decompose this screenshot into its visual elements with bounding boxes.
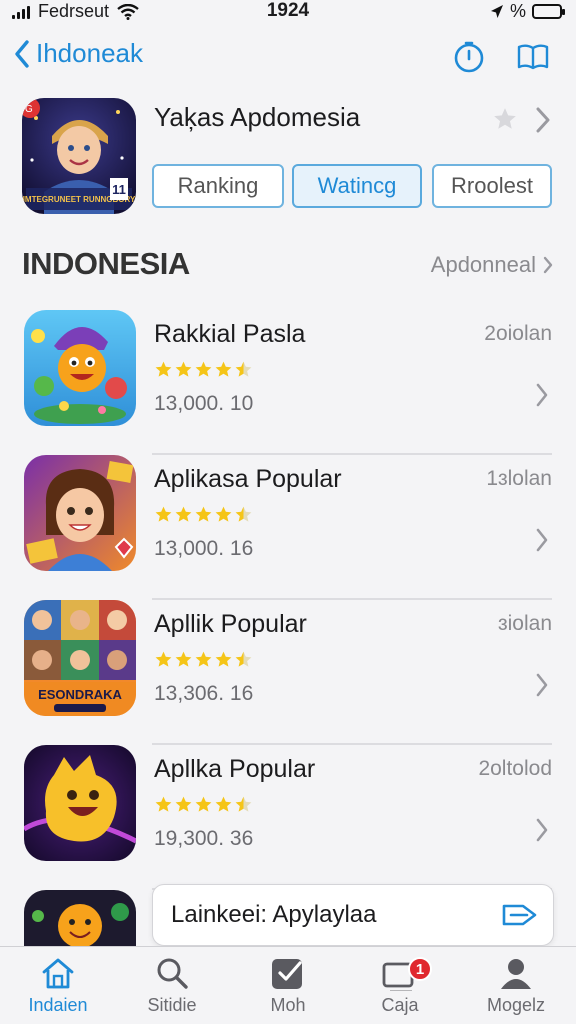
star-icon xyxy=(195,796,212,812)
chip-watincg[interactable]: Watincg xyxy=(292,164,422,208)
rating-stars xyxy=(154,505,253,524)
star-icon[interactable] xyxy=(492,106,518,132)
app-icon-text: ESONDRAKA xyxy=(38,687,122,702)
app-number: 13,306. 16 xyxy=(154,682,254,705)
featured-app-title: Yaķas Apdomesia xyxy=(154,102,361,132)
star-icon xyxy=(235,651,252,667)
edit-icon xyxy=(272,959,302,989)
tab-label: Mogelz xyxy=(486,995,546,1015)
star-icon xyxy=(235,796,252,812)
chip-ranking[interactable]: Ranking xyxy=(152,164,284,208)
chevron-left-icon xyxy=(15,39,29,68)
chevron-right-icon xyxy=(543,256,553,274)
star-icon xyxy=(215,361,232,377)
star-icon xyxy=(175,506,192,522)
app-icon: ESONDRAKA xyxy=(24,600,136,716)
tab-search[interactable]: Sitidie xyxy=(122,955,222,1016)
app-name: Apllka Popular xyxy=(154,755,316,783)
battery-icon xyxy=(532,4,565,19)
chevron-right-icon[interactable] xyxy=(534,382,550,408)
tab-label: Sitidie xyxy=(147,995,197,1015)
partial-app-icon[interactable] xyxy=(24,890,136,946)
back-button[interactable]: Ihdoneak xyxy=(14,38,143,69)
chip-rroolest[interactable]: Rroolest xyxy=(432,164,552,208)
tab-cards[interactable]: 1 Caja xyxy=(350,955,450,1016)
chevron-right-icon[interactable] xyxy=(534,672,550,698)
star-icon xyxy=(215,651,232,667)
status-right: % xyxy=(490,1,565,22)
tab-bar: Indaien Sitidie Moh 1 Caja Mogelz xyxy=(0,946,576,1024)
chevron-right-icon[interactable] xyxy=(534,817,550,843)
app-icon xyxy=(24,745,136,861)
star-icon xyxy=(235,506,252,522)
tab-home[interactable]: Indaien xyxy=(8,955,108,1016)
app-meta: 2oltolod xyxy=(478,757,552,780)
star-icon xyxy=(195,651,212,667)
app-icon xyxy=(24,455,136,571)
home-icon xyxy=(42,958,74,989)
app-row[interactable]: Apllka Popular 2oltolod 19,300. 36 xyxy=(22,745,552,890)
star-icon xyxy=(155,506,172,522)
star-icon xyxy=(155,651,172,667)
star-icon xyxy=(175,361,192,377)
nav-bar: Ihdoneak xyxy=(0,30,576,84)
book-icon[interactable] xyxy=(516,40,550,74)
star-icon xyxy=(175,796,192,812)
app-row[interactable]: ESONDRAKA Apllik Popular ɜiolan 13,306. … xyxy=(22,600,552,745)
section-link-label: Apdonneal xyxy=(430,252,536,277)
app-name: Aplikasa Popular xyxy=(154,465,342,493)
timer-icon[interactable] xyxy=(452,40,486,74)
star-icon xyxy=(155,796,172,812)
app-row[interactable]: Rakkial Pasla 2oiolan 13,000. 10 xyxy=(22,310,552,455)
section-see-all-link[interactable]: Apdonneal xyxy=(431,252,554,278)
notification-badge: 1 xyxy=(408,957,432,981)
app-icon xyxy=(24,310,136,426)
search-icon xyxy=(157,958,188,989)
arrow-right-icon[interactable] xyxy=(501,898,539,932)
star-icon xyxy=(195,506,212,522)
rating-stars xyxy=(154,360,253,379)
open-app-bar[interactable]: Lainkeei: Apylaylaa xyxy=(152,884,554,946)
rating-stars xyxy=(154,650,253,669)
location-icon xyxy=(490,4,503,18)
featured-app[interactable]: G IMTEGRUNEET RUNNGBORY 11 Yaķas Apdomes… xyxy=(22,98,562,218)
star-icon xyxy=(195,361,212,377)
app-number: 13,000. 16 xyxy=(154,537,254,560)
app-name: Rakkial Pasla xyxy=(154,320,306,348)
app-meta: 2oiolan xyxy=(484,322,552,345)
star-icon xyxy=(155,361,172,377)
chevron-right-icon[interactable] xyxy=(534,527,550,553)
svg-text:G: G xyxy=(25,104,33,115)
star-icon xyxy=(235,361,252,377)
chevron-right-icon[interactable] xyxy=(534,106,552,134)
featured-app-icon: G IMTEGRUNEET RUNNGBORY 11 xyxy=(22,98,136,214)
star-icon xyxy=(215,796,232,812)
back-label: Ihdoneak xyxy=(36,38,143,68)
star-icon xyxy=(175,651,192,667)
svg-text:11: 11 xyxy=(112,182,126,197)
tab-label: Moh xyxy=(270,995,306,1015)
app-number: 19,300. 36 xyxy=(154,827,254,850)
status-percent: % xyxy=(509,1,526,21)
tab-profile[interactable]: Mogelz xyxy=(466,955,566,1016)
tab-label: Indaien xyxy=(28,995,88,1015)
section-title: INDONESIA xyxy=(22,246,190,281)
tab-label: Caja xyxy=(381,995,419,1015)
rating-stars xyxy=(154,795,253,814)
app-meta: ɜiolan xyxy=(498,612,552,635)
status-bar: Fedrseut 1924 % xyxy=(0,0,576,26)
star-icon xyxy=(215,506,232,522)
person-icon xyxy=(501,959,531,989)
open-app-label: Lainkeei: Apylaylaa xyxy=(171,901,377,928)
tab-edit[interactable]: Moh xyxy=(238,955,338,1016)
app-row[interactable]: Aplikasa Popular 1ɜlolan 13,000. 16 xyxy=(22,455,552,600)
app-meta: 1ɜlolan xyxy=(486,467,552,490)
app-name: Apllik Popular xyxy=(154,610,307,638)
app-number: 13,000. 10 xyxy=(154,392,254,415)
